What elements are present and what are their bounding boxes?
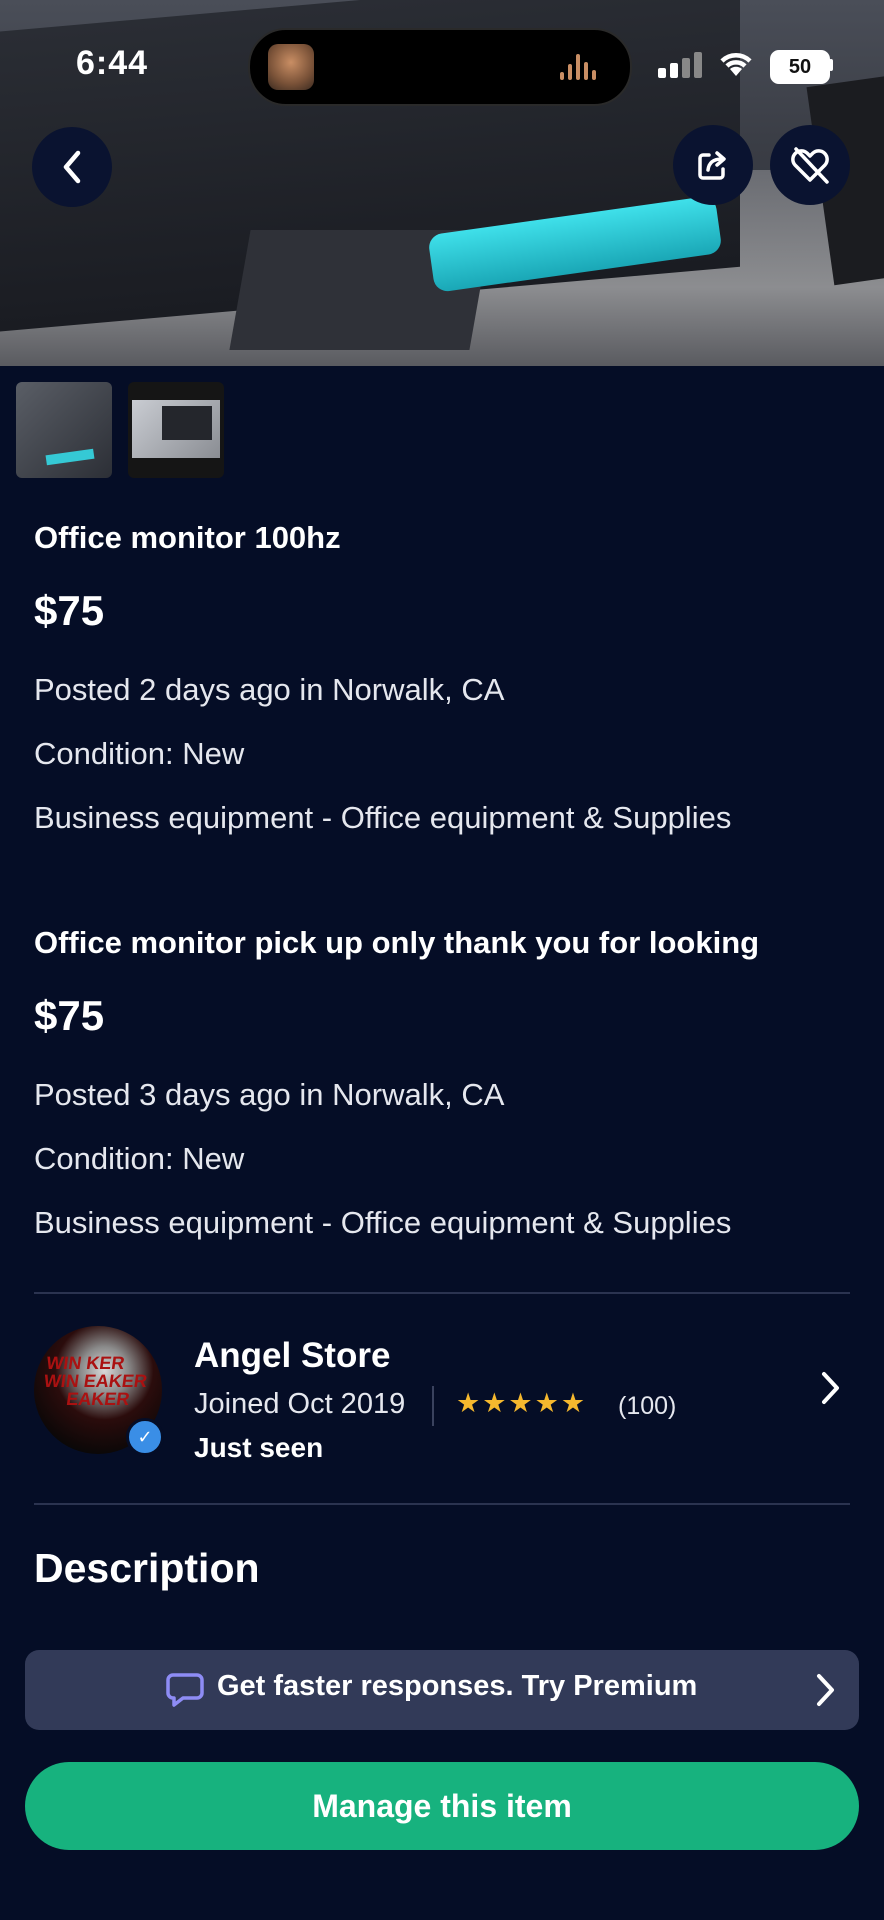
unsave-button[interactable] [770, 125, 850, 205]
battery-tip [829, 59, 833, 71]
star-rating: ★★★★★ [456, 1388, 588, 1418]
listing-posted: Posted 2 days ago in Norwalk, CA [34, 672, 505, 707]
premium-banner-text: Get faster responses. Try Premium [217, 1670, 698, 1702]
wifi-icon [716, 46, 756, 87]
listing-category[interactable]: Business equipment - Office equipment & … [34, 1205, 731, 1241]
listing-title: Office monitor pick up only thank you fo… [34, 925, 760, 960]
back-button[interactable] [32, 127, 112, 207]
cellular-signal-icon [658, 52, 704, 78]
chat-bubble-icon [166, 1673, 204, 1707]
share-icon [698, 151, 726, 180]
battery-icon: 50 [770, 50, 830, 84]
listing-posted: Posted 3 days ago in Norwalk, CA [34, 1077, 505, 1112]
premium-banner[interactable]: Get faster responses. Try Premium [25, 1650, 859, 1730]
share-button[interactable] [673, 125, 753, 205]
seller-name: Angel Store [194, 1336, 391, 1375]
listing-price: $75 [34, 587, 105, 634]
audio-wave-icon [560, 54, 604, 80]
divider [34, 1292, 850, 1294]
heart-off-icon [791, 147, 829, 184]
listing-price: $75 [34, 992, 105, 1039]
chevron-right-icon [817, 1674, 834, 1706]
description-heading: Description [34, 1545, 260, 1591]
chevron-left-icon [63, 150, 81, 184]
rating-count: (100) [618, 1392, 677, 1420]
chevron-right-icon [822, 1372, 839, 1404]
status-bar: 6:44 50 [0, 0, 884, 106]
separator [432, 1386, 434, 1426]
seller-last-seen: Just seen [194, 1432, 324, 1463]
manage-item-button[interactable]: Manage this item [25, 1762, 859, 1850]
divider [34, 1503, 850, 1505]
status-time: 6:44 [76, 44, 149, 82]
listing-condition: Condition: New [34, 1141, 245, 1176]
listing-title: Office monitor 100hz [34, 520, 341, 555]
seller-joined: Joined Oct 2019 [194, 1388, 406, 1420]
caller-avatar [268, 44, 314, 90]
verified-badge-icon: ✓ [126, 1418, 164, 1456]
thumbnail-2[interactable] [128, 382, 224, 478]
seller-row[interactable]: WIN KER WIN EAKER EAKER ✓ Angel Store Joi… [34, 1326, 850, 1463]
listing-category[interactable]: Business equipment - Office equipment & … [34, 800, 731, 836]
thumbnail-1[interactable] [16, 382, 112, 478]
dynamic-island [248, 28, 632, 106]
listing-condition: Condition: New [34, 736, 245, 771]
